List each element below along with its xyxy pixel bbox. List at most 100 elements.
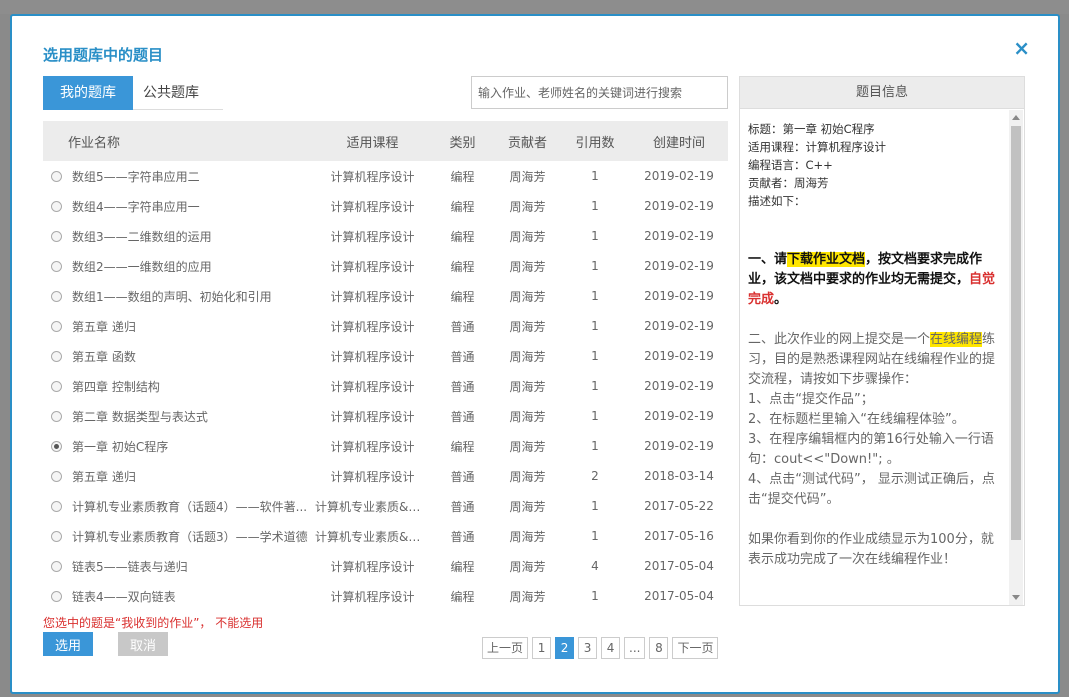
question-name: 第二章 数据类型与表达式: [43, 401, 315, 431]
question-name-text: 数组2——一维数组的应用: [72, 259, 212, 274]
info-paragraph-1: 一、请下载作业文档，按文档要求完成作业，该文档中要求的作业均无需提交，自觉完成。: [748, 250, 1002, 310]
table-row[interactable]: 链表5——链表与递归 计算机程序设计 编程 周海芳 4 2017-05-04: [43, 551, 728, 581]
question-type: 编程: [450, 229, 475, 244]
question-author: 周海芳: [509, 589, 546, 604]
table-row[interactable]: 第二章 数据类型与表达式 计算机程序设计 普通 周海芳 1 2019-02-19: [43, 401, 728, 431]
question-date: 2019-02-19: [644, 379, 714, 393]
info-meta: 标题：第一章 初始C程序 适用课程：计算机程序设计 编程语言：C++ 贡献者：周海芳描…: [748, 120, 1002, 210]
pagination: 上一页 1 2 3 4... 8 下一页: [482, 637, 719, 659]
table-row[interactable]: 数组4——字符串应用一 计算机程序设计 编程 周海芳 1 2019-02-19: [43, 191, 728, 221]
radio-button[interactable]: [51, 290, 62, 302]
question-type: 普通: [450, 319, 475, 334]
table-row[interactable]: 数组3——二维数组的运用 计算机程序设计 编程 周海芳 1 2019-02-19: [43, 221, 728, 251]
next-page-button[interactable]: 下一页: [672, 637, 719, 659]
info-meta-line: 贡献者：周海芳: [748, 176, 829, 190]
radio-button[interactable]: [51, 530, 62, 542]
page-button[interactable]: 2: [555, 637, 575, 659]
info-panel-body[interactable]: 标题：第一章 初始C程序 适用课程：计算机程序设计 编程语言：C++ 贡献者：周海芳描…: [740, 110, 1010, 605]
info-meta-line: 描述如下：: [748, 194, 806, 208]
page-button[interactable]: 4: [601, 637, 621, 659]
table-row[interactable]: 计算机专业素质教育（话题3）——学术道德计算机专业素质&办公应... 普通 周海芳 1…: [43, 521, 728, 551]
question-type: 编程: [450, 589, 475, 604]
question-refs: 1: [591, 409, 599, 423]
radio-button[interactable]: [51, 320, 62, 332]
table-row[interactable]: 数组1——数组的声明、初始化和引用 计算机程序设计 编程 周海芳 1 2019-02-19: [43, 281, 728, 311]
select-button[interactable]: 选用: [43, 632, 93, 656]
question-course: 计算机程序设计: [330, 439, 415, 454]
question-refs: 1: [591, 439, 599, 453]
question-name: 数组1——数组的声明、初始化和引用: [43, 281, 315, 311]
question-date: 2017-05-16: [644, 529, 714, 543]
question-refs: 1: [591, 349, 599, 363]
question-type: 普通: [450, 349, 475, 364]
para2-text-a: 二、此次作业的网上提交是一个: [748, 332, 931, 347]
table-row[interactable]: 链表4——双向链表 计算机程序设计 编程 周海芳 1 2017-05-04: [43, 581, 728, 611]
question-author: 周海芳: [509, 499, 546, 514]
question-name: 数组5——字符串应用二: [43, 161, 315, 191]
table-row[interactable]: 第五章 函数 计算机程序设计 普通 周海芳 1 2019-02-19: [43, 341, 728, 371]
question-author: 周海芳: [509, 199, 546, 214]
question-refs: 1: [591, 379, 599, 393]
table-row[interactable]: 数组5——字符串应用二 计算机程序设计 编程 周海芳 1 2019-02-19: [43, 161, 728, 191]
table-row[interactable]: 计算机专业素质教育（话题4）——软件著... 计算机专业素质&办公应... 普通 周海…: [43, 491, 728, 521]
scroll-down-icon[interactable]: [1012, 595, 1020, 600]
radio-button[interactable]: [51, 260, 62, 272]
radio-button[interactable]: [51, 590, 62, 602]
question-refs: 1: [591, 319, 599, 333]
radio-button[interactable]: [51, 230, 62, 242]
radio-button[interactable]: [51, 380, 62, 392]
table-header-row: 作业名称 适用课程 类别 贡献者 引用数 创建时间: [43, 121, 728, 161]
radio-button[interactable]: [51, 470, 62, 482]
page-button[interactable]: 3: [578, 637, 598, 659]
question-name: 第五章 递归: [43, 461, 315, 491]
page-button[interactable]: 8: [649, 637, 669, 659]
para1-text-a: 一、请: [748, 252, 788, 267]
question-name: 数组3——二维数组的运用: [43, 221, 315, 251]
error-message: 您选中的题是“我收到的作业”， 不能选用: [43, 616, 264, 630]
info-scrollbar[interactable]: [1009, 110, 1023, 605]
download-doc-link[interactable]: 下载作业文档: [787, 252, 866, 267]
table-row[interactable]: 数组2——一维数组的应用 计算机程序设计 编程 周海芳 1 2019-02-19: [43, 251, 728, 281]
question-date: 2019-02-19: [644, 439, 714, 453]
radio-button[interactable]: [51, 560, 62, 572]
table-row[interactable]: 第五章 递归 计算机程序设计 普通 周海芳 2 2018-03-14: [43, 461, 728, 491]
page-button[interactable]: ...: [624, 637, 646, 659]
question-type: 普通: [450, 529, 475, 544]
radio-button[interactable]: [51, 200, 62, 212]
radio-button[interactable]: [51, 350, 62, 362]
question-author: 周海芳: [509, 229, 546, 244]
radio-button[interactable]: [51, 440, 62, 452]
info-steps: 1、点击“提交作品”； 2、在标题栏里输入“在线编程体验”。 3、在程序编辑框内的第…: [748, 390, 1002, 510]
radio-button[interactable]: [51, 410, 62, 422]
table-row[interactable]: 第一章 初始C程序 计算机程序设计 编程 周海芳 1 2019-02-19: [43, 431, 728, 461]
radio-button[interactable]: [51, 500, 62, 512]
tab-public-library[interactable]: 公共题库: [133, 76, 209, 110]
question-date: 2019-02-19: [644, 199, 714, 213]
select-question-dialog: 选用题库中的题目 × 我的题库 公共题库 作业名称 适用课程 类别 贡献者 引用…: [10, 14, 1060, 694]
question-name: 第五章 函数: [43, 341, 315, 371]
question-date: 2019-02-19: [644, 319, 714, 333]
close-icon[interactable]: ×: [1013, 38, 1030, 58]
table-row[interactable]: 第四章 控制结构 计算机程序设计 普通 周海芳 1 2019-02-19: [43, 371, 728, 401]
table-row[interactable]: 第五章 递归 计算机程序设计 普通 周海芳 1 2019-02-19: [43, 311, 728, 341]
question-refs: 1: [591, 259, 599, 273]
scroll-up-icon[interactable]: [1012, 115, 1020, 120]
question-refs: 1: [591, 529, 599, 543]
question-type: 普通: [450, 469, 475, 484]
info-step: 1、点击“提交作品”；: [748, 392, 874, 407]
search-input[interactable]: [471, 76, 728, 109]
cancel-button[interactable]: 取消: [118, 632, 168, 656]
prev-page-button[interactable]: 上一页: [482, 637, 529, 659]
question-name-text: 计算机专业素质教育（话题3）——学术道德: [72, 529, 308, 544]
scroll-thumb[interactable]: [1011, 126, 1021, 540]
tab-my-library[interactable]: 我的题库: [43, 76, 133, 110]
library-tabs: 我的题库 公共题库: [43, 76, 223, 110]
question-author: 周海芳: [509, 349, 546, 364]
question-type: 普通: [450, 409, 475, 424]
question-name: 计算机专业素质教育（话题4）——软件著...: [43, 491, 315, 521]
question-course: 计算机程序设计: [330, 199, 415, 214]
radio-button[interactable]: [51, 170, 62, 182]
question-date: 2019-02-19: [644, 289, 714, 303]
info-step: 3、在程序编辑框内的第16行处输入一行语句：cout<<"Down!"; 。: [748, 432, 994, 467]
page-button[interactable]: 1: [532, 637, 552, 659]
